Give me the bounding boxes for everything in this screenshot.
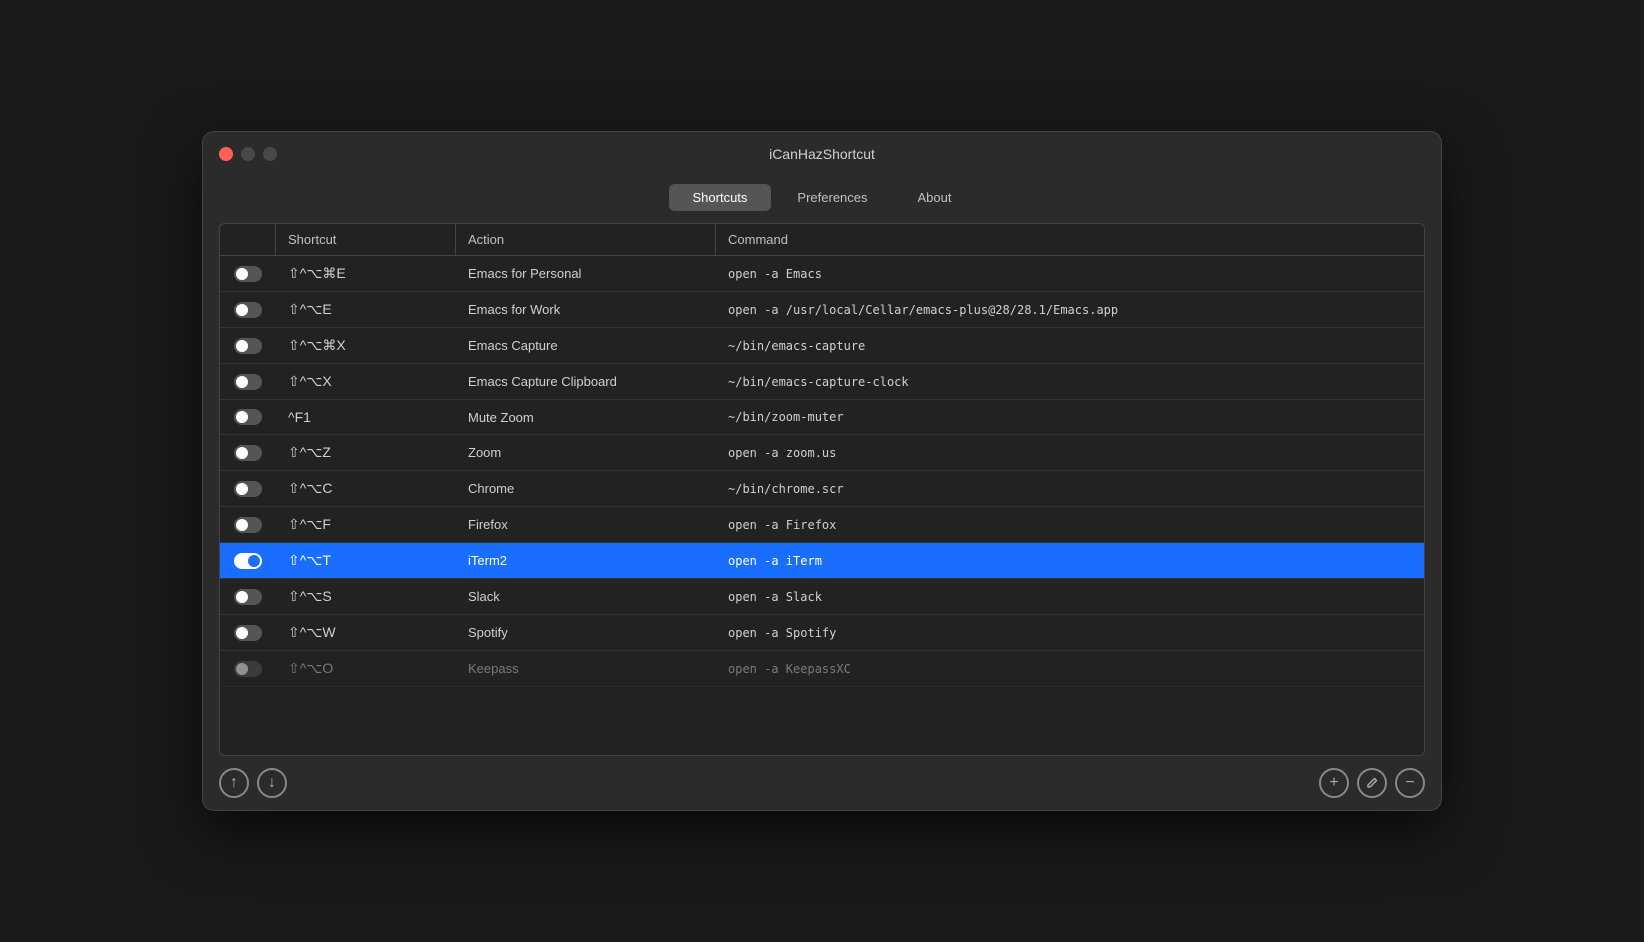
toggle-cell[interactable]: [220, 652, 276, 686]
move-buttons: ↑ ↓: [219, 768, 287, 798]
minimize-button[interactable]: [241, 147, 255, 161]
table-header: Shortcut Action Command: [220, 224, 1424, 256]
col-toggle-header: [220, 224, 276, 255]
toggle-switch[interactable]: [234, 517, 262, 533]
table-row[interactable]: ^F1 Mute Zoom ~/bin/zoom-muter: [220, 400, 1424, 435]
toggle-cell[interactable]: [220, 365, 276, 399]
table-row[interactable]: ⇧^⌥O Keepass open -a KeepassXC: [220, 651, 1424, 687]
table-row[interactable]: ⇧^⌥C Chrome ~/bin/chrome.scr: [220, 471, 1424, 507]
command-cell: ~/bin/emacs-capture: [716, 330, 1424, 362]
app-window: iCanHazShortcut Shortcuts Preferences Ab…: [202, 131, 1442, 811]
remove-button[interactable]: −: [1395, 768, 1425, 798]
toggle-cell[interactable]: [220, 580, 276, 614]
command-cell: open -a Spotify: [716, 617, 1424, 649]
toggle-cell[interactable]: [220, 436, 276, 470]
col-action-header: Action: [456, 224, 716, 255]
toggle-switch[interactable]: [234, 302, 262, 318]
col-command-header: Command: [716, 224, 1424, 255]
command-cell: ~/bin/chrome.scr: [716, 473, 1424, 505]
toggle-switch[interactable]: [234, 553, 262, 569]
action-cell: Mute Zoom: [456, 401, 716, 434]
move-down-button[interactable]: ↓: [257, 768, 287, 798]
shortcut-cell: ⇧^⌥O: [276, 651, 456, 686]
table-row[interactable]: ⇧^⌥Z Zoom open -a zoom.us: [220, 435, 1424, 471]
toggle-switch[interactable]: [234, 374, 262, 390]
toggle-cell[interactable]: [220, 329, 276, 363]
shortcut-cell: ⇧^⌥E: [276, 292, 456, 327]
toggle-switch[interactable]: [234, 409, 262, 425]
action-cell: Keepass: [456, 652, 716, 685]
edit-button[interactable]: [1357, 768, 1387, 798]
tab-about[interactable]: About: [894, 184, 976, 211]
toggle-cell[interactable]: [220, 544, 276, 578]
toggle-cell[interactable]: [220, 508, 276, 542]
command-cell: open -a Slack: [716, 581, 1424, 613]
shortcut-cell: ^F1: [276, 400, 456, 434]
table-row[interactable]: ⇧^⌥W Spotify open -a Spotify: [220, 615, 1424, 651]
shortcut-cell: ⇧^⌥F: [276, 507, 456, 542]
shortcut-cell: ⇧^⌥C: [276, 471, 456, 506]
action-cell: Emacs for Work: [456, 293, 716, 326]
action-cell: iTerm2: [456, 544, 716, 577]
toggle-switch[interactable]: [234, 266, 262, 282]
toggle-switch[interactable]: [234, 481, 262, 497]
command-cell: open -a /usr/local/Cellar/emacs-plus@28/…: [716, 294, 1424, 326]
toggle-switch[interactable]: [234, 625, 262, 641]
action-cell: Emacs for Personal: [456, 257, 716, 290]
table-row[interactable]: ⇧^⌥F Firefox open -a Firefox: [220, 507, 1424, 543]
close-button[interactable]: [219, 147, 233, 161]
table-row[interactable]: ⇧^⌥E Emacs for Work open -a /usr/local/C…: [220, 292, 1424, 328]
action-buttons: + −: [1319, 768, 1425, 798]
action-cell: Firefox: [456, 508, 716, 541]
table-row[interactable]: ⇧^⌥⌘E Emacs for Personal open -a Emacs: [220, 256, 1424, 292]
shortcuts-table: Shortcut Action Command ⇧^⌥⌘E Emacs for …: [219, 223, 1425, 756]
action-cell: Chrome: [456, 472, 716, 505]
maximize-button[interactable]: [263, 147, 277, 161]
shortcut-cell: ⇧^⌥⌘E: [276, 256, 456, 291]
action-cell: Emacs Capture: [456, 329, 716, 362]
command-cell: open -a zoom.us: [716, 437, 1424, 469]
toggle-cell[interactable]: [220, 257, 276, 291]
command-cell: ~/bin/emacs-capture-clock: [716, 366, 1424, 398]
toggle-cell[interactable]: [220, 400, 276, 434]
table-row[interactable]: ⇧^⌥⌘X Emacs Capture ~/bin/emacs-capture: [220, 328, 1424, 364]
command-cell: ~/bin/zoom-muter: [716, 401, 1424, 433]
table-row[interactable]: ⇧^⌥T iTerm2 open -a iTerm: [220, 543, 1424, 579]
title-bar: iCanHazShortcut: [203, 132, 1441, 176]
toggle-switch[interactable]: [234, 338, 262, 354]
shortcut-cell: ⇧^⌥⌘X: [276, 328, 456, 363]
traffic-lights: [219, 147, 277, 161]
shortcut-cell: ⇧^⌥Z: [276, 435, 456, 470]
toggle-cell[interactable]: [220, 616, 276, 650]
table-row[interactable]: ⇧^⌥S Slack open -a Slack: [220, 579, 1424, 615]
command-cell: open -a Emacs: [716, 258, 1424, 290]
col-shortcut-header: Shortcut: [276, 224, 456, 255]
window-title: iCanHazShortcut: [769, 146, 875, 162]
move-up-button[interactable]: ↑: [219, 768, 249, 798]
toggle-cell[interactable]: [220, 472, 276, 506]
action-cell: Spotify: [456, 616, 716, 649]
command-cell: open -a iTerm: [716, 545, 1424, 577]
action-cell: Slack: [456, 580, 716, 613]
action-cell: Zoom: [456, 436, 716, 469]
toggle-switch[interactable]: [234, 661, 262, 677]
shortcut-cell: ⇧^⌥S: [276, 579, 456, 614]
toggle-cell[interactable]: [220, 293, 276, 327]
toggle-switch[interactable]: [234, 445, 262, 461]
table-row[interactable]: ⇧^⌥X Emacs Capture Clipboard ~/bin/emacs…: [220, 364, 1424, 400]
tab-shortcuts[interactable]: Shortcuts: [669, 184, 772, 211]
command-cell: open -a KeepassXC: [716, 653, 1424, 685]
bottom-bar: ↑ ↓ + −: [203, 756, 1441, 810]
tab-preferences[interactable]: Preferences: [773, 184, 891, 211]
shortcut-cell: ⇧^⌥W: [276, 615, 456, 650]
shortcut-cell: ⇧^⌥T: [276, 543, 456, 578]
action-cell: Emacs Capture Clipboard: [456, 365, 716, 398]
command-cell: open -a Firefox: [716, 509, 1424, 541]
toggle-switch[interactable]: [234, 589, 262, 605]
add-button[interactable]: +: [1319, 768, 1349, 798]
table-body: ⇧^⌥⌘E Emacs for Personal open -a Emacs ⇧…: [220, 256, 1424, 755]
tab-bar: Shortcuts Preferences About: [203, 176, 1441, 223]
shortcut-cell: ⇧^⌥X: [276, 364, 456, 399]
